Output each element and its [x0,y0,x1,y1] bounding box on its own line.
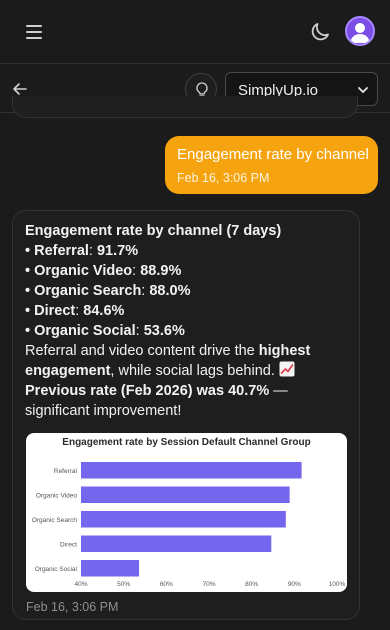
bar [81,560,140,577]
chart-card: Engagement rate by Session Default Chann… [26,433,347,592]
list-item: • Organic Social: 53.6% [25,323,185,339]
category-label: Organic Search [32,517,78,524]
list-item: • Organic Video: 88.9% [25,263,182,279]
user-avatar[interactable] [345,16,375,46]
bar-chart: Referral Organic Video Organic Search Direc… [32,462,346,588]
chevron-down-icon [358,87,368,93]
moon-icon[interactable] [308,20,332,44]
assistant-message-bubble: Engagement rate by channel (7 days) • Re… [12,210,360,620]
x-tick-label: 60% [160,581,173,588]
x-tick-label: 100% [329,581,346,588]
x-tick-label: 70% [202,581,215,588]
assistant-message-title: Engagement rate by channel (7 days) [25,223,282,239]
hamburger-icon[interactable] [24,22,44,42]
assistant-message-text: Engagement rate by channel (7 days) • Re… [25,221,347,421]
previous-message-bubble [12,96,358,118]
x-tick-label: 50% [117,581,130,588]
x-tick-label: 90% [288,581,301,588]
user-message-bubble: Engagement rate by channel Feb 16, 3:06 … [165,136,378,194]
bar [81,511,286,528]
category-label: Direct [60,541,77,548]
x-tick-label: 80% [245,581,258,588]
category-label: Referral [54,468,78,475]
user-message-time: Feb 16, 3:06 PM [177,171,270,185]
category-label: Organic Social [35,566,78,573]
assistant-summary: Referral and video content drive the hig… [25,343,311,419]
bar [81,535,272,552]
bar [81,462,302,479]
list-item: • Direct: 84.6% [25,303,125,319]
list-item: • Referral: 91.7% [25,243,139,259]
top-bar [0,0,390,64]
chart-increasing-icon [279,361,295,377]
category-label: Organic Video [36,492,77,499]
assistant-message-time: Feb 16, 3:06 PM [26,600,119,614]
user-message-text: Engagement rate by channel [177,146,369,163]
bar [81,486,290,503]
list-item: • Organic Search: 88.0% [25,283,191,299]
x-tick-label: 40% [74,581,87,588]
